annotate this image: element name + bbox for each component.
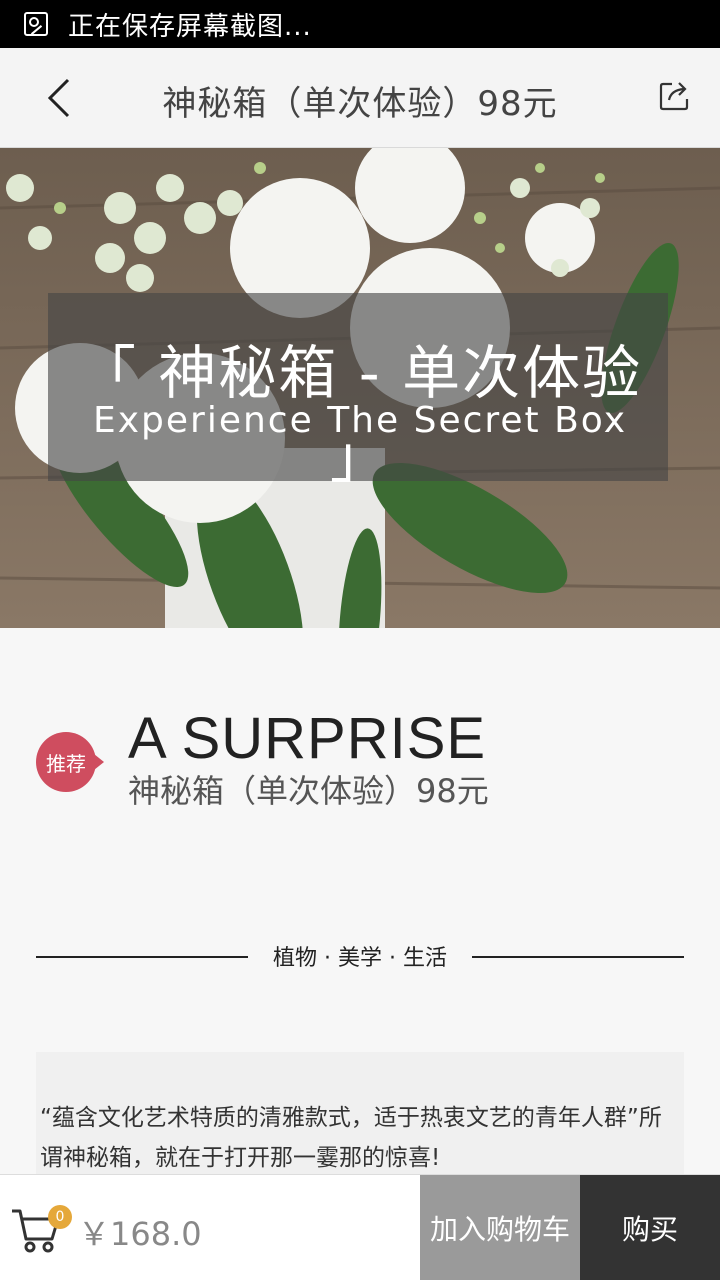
share-icon: [659, 82, 689, 111]
add-to-cart-button[interactable]: 加入购物车: [420, 1175, 580, 1280]
hero-subtitle: Experience The Secret Box: [92, 400, 628, 441]
status-text: 正在保存屏幕截图...: [68, 11, 312, 42]
screenshot-icon: [24, 12, 48, 36]
buy-button[interactable]: 购买: [580, 1175, 720, 1280]
product-headline: A SURPRISE: [128, 706, 487, 771]
app-header: 神秘箱（单次体验）98元: [0, 48, 720, 148]
section-divider: 植物 · 美学 · 生活: [36, 940, 684, 974]
hero-banner: 「 神秘箱 - 单次体验 」 Experience The Secret Box: [0, 148, 720, 628]
bottom-action-bar: 0 ￥168.0 加入购物车 购买: [0, 1174, 720, 1280]
product-description: “蕴含文化艺术特质的清雅款式，适于热衷文艺的青年人群”所谓神秘箱，就在于打开那一…: [36, 1052, 684, 1182]
cart-summary: 0 ￥168.0: [0, 1175, 420, 1280]
share-button[interactable]: [658, 78, 692, 112]
cart-count-badge: 0: [48, 1205, 72, 1229]
page-title: 神秘箱（单次体验）98元: [162, 84, 558, 124]
product-subheadline: 神秘箱（单次体验）98元: [128, 772, 489, 810]
total-price: ￥168.0: [78, 1215, 202, 1253]
recommend-badge: 推荐: [36, 732, 104, 792]
status-bar: 正在保存屏幕截图...: [0, 0, 720, 48]
divider-line-right: [472, 956, 684, 958]
